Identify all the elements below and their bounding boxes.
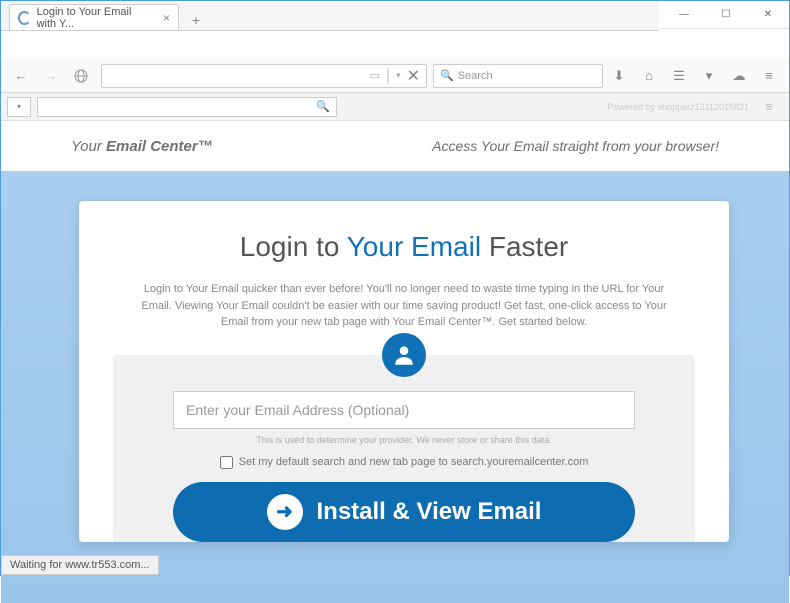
sync-icon[interactable]: ☁ — [725, 63, 753, 89]
home-icon[interactable]: ⌂ — [635, 63, 663, 89]
email-placeholder: Enter your Email Address (Optional) — [186, 402, 409, 418]
extension-toolbar: ▾ 🔍 Powered by shopperz12112015821 ≡ — [1, 93, 789, 121]
ext-search-input[interactable]: 🔍 — [37, 97, 337, 117]
search-icon: 🔍 — [440, 69, 454, 82]
page-header: Your Email Center™ Access Your Email str… — [1, 121, 789, 171]
stop-icon[interactable]: ✕ — [407, 66, 420, 86]
bookmarks-icon[interactable]: ☰ — [665, 63, 693, 89]
minimize-button[interactable]: — — [663, 1, 705, 29]
browser-toolbar: ← → ▭ | ▾ ✕ 🔍 Search ⬇ ⌂ ☰ ▾ ☁ ≡ — [1, 59, 789, 93]
dropdown-icon[interactable]: ▾ — [396, 70, 401, 81]
page-content: pcrisk.com Your Email Center™ Access You… — [1, 121, 789, 603]
forward-button: → — [37, 63, 65, 89]
card-description: Login to Your Email quicker than ever be… — [119, 281, 689, 331]
ext-dropdown[interactable]: ▾ — [7, 97, 31, 117]
checkbox-label: Set my default search and new tab page t… — [239, 455, 589, 470]
tagline: Access Your Email straight from your bro… — [432, 138, 719, 154]
menu-icon[interactable]: ≡ — [755, 63, 783, 89]
install-label: Install & View Email — [317, 498, 542, 526]
back-button[interactable]: ← — [7, 63, 35, 89]
downloads-icon[interactable]: ⬇ — [605, 63, 633, 89]
reader-icon[interactable]: ▭ — [370, 69, 380, 82]
form-panel: Enter your Email Address (Optional) This… — [113, 355, 695, 542]
avatar-icon — [382, 333, 426, 377]
status-bar: Waiting for www.tr553.com... — [1, 555, 159, 575]
arrow-right-icon: ➜ — [267, 494, 303, 530]
login-card: Login to Your Email Faster Login to Your… — [79, 201, 729, 542]
install-button[interactable]: ➜ Install & View Email — [173, 482, 635, 542]
browser-tab[interactable]: Login to Your Email with Y... × — [9, 4, 179, 30]
input-hint: This is used to determine your provider.… — [173, 435, 635, 445]
search-placeholder: Search — [458, 70, 493, 82]
tab-favicon — [18, 11, 31, 25]
tab-strip: Login to Your Email with Y... × + — [1, 1, 659, 31]
default-search-checkbox-row[interactable]: Set my default search and new tab page t… — [173, 455, 635, 470]
brand-logo: Your Email Center™ — [71, 138, 213, 155]
close-window-button[interactable]: ✕ — [747, 1, 789, 29]
email-input[interactable]: Enter your Email Address (Optional) — [173, 391, 635, 429]
pocket-icon[interactable]: ▾ — [695, 63, 723, 89]
tab-title: Login to Your Email with Y... — [37, 6, 153, 30]
status-text: Waiting for www.tr553.com... — [10, 559, 150, 571]
ext-menu-icon[interactable]: ≡ — [755, 94, 783, 120]
globe-icon[interactable] — [67, 63, 95, 89]
search-bar[interactable]: 🔍 Search — [433, 64, 603, 88]
ext-powered-by: Powered by shopperz12112015821 — [608, 102, 749, 112]
card-heading: Login to Your Email Faster — [119, 231, 689, 263]
new-tab-button[interactable]: + — [185, 10, 207, 30]
close-tab-icon[interactable]: × — [163, 11, 170, 25]
address-bar[interactable]: ▭ | ▾ ✕ — [101, 64, 427, 88]
default-search-checkbox[interactable] — [220, 456, 233, 469]
maximize-button[interactable]: ☐ — [705, 1, 747, 29]
search-icon: 🔍 — [316, 100, 330, 113]
